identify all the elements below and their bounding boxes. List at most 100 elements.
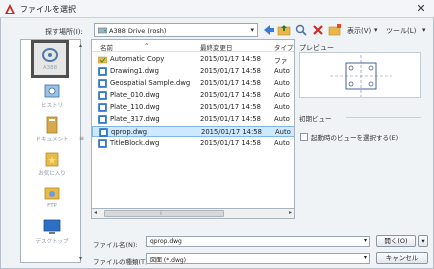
tools-menu[interactable]: ツール(L) xyxy=(386,26,416,36)
file-name-field[interactable]: qprop.dwg ▾ xyxy=(146,236,370,247)
column-type[interactable]: タイプ xyxy=(274,42,294,52)
column-headers: ⌃ 名前 最終変更日 タイプ xyxy=(92,40,294,52)
file-type: Auto xyxy=(275,128,291,136)
list-item-selected[interactable]: qprop.dwg 2015/01/17 14:58 Auto xyxy=(92,126,294,137)
list-item[interactable]: Plate_317.dwg 2015/01/17 14:58 Auto xyxy=(92,114,294,125)
dwg-icon xyxy=(98,67,107,76)
file-name: Plate_010.dwg xyxy=(110,91,160,99)
back-icon[interactable] xyxy=(262,23,276,37)
select-initial-view-label[interactable]: 起動時のビューを選択する(E) xyxy=(311,132,398,142)
folder-icon xyxy=(98,56,107,64)
cancel-button[interactable]: キャンセル xyxy=(376,252,428,264)
chevron-down-icon: ▾ xyxy=(363,254,367,261)
group-divider xyxy=(346,117,421,118)
dwg-icon xyxy=(98,115,107,124)
file-type: Auto xyxy=(274,139,290,147)
preview-pane xyxy=(299,52,421,98)
sort-ascending-icon: ⌃ xyxy=(144,42,150,50)
dwg-icon xyxy=(98,91,107,100)
file-date: 2015/01/17 14:58 xyxy=(200,91,261,99)
list-item[interactable]: Automatic Copy 2015/01/17 14:58 ファ xyxy=(92,54,294,65)
file-date: 2015/01/17 14:58 xyxy=(201,128,262,136)
place-favorites[interactable]: お気に入り xyxy=(29,150,75,180)
open-options-chevron-icon[interactable]: ▾ xyxy=(418,235,428,247)
column-modified[interactable]: 最終変更日 xyxy=(200,42,233,52)
list-item[interactable]: Geospatial Sample.dwg 2015/01/17 14:58 A… xyxy=(92,78,294,89)
file-type: Auto xyxy=(274,79,290,87)
list-item[interactable]: Plate_110.dwg 2015/01/17 14:58 Auto xyxy=(92,102,294,113)
file-list: ⌃ 名前 最終変更日 タイプ Automatic Copy 2015/01/17… xyxy=(91,39,295,219)
chevron-down-icon[interactable]: ▾ xyxy=(422,26,426,34)
new-folder-icon[interactable] xyxy=(328,23,342,37)
chevron-down-icon[interactable]: ▾ xyxy=(364,237,367,244)
place-desktop[interactable]: デスクトップ xyxy=(29,218,75,248)
place-history[interactable]: ヒストリ xyxy=(29,82,75,112)
file-name: Automatic Copy xyxy=(110,55,165,63)
place-ftp[interactable]: FTP xyxy=(29,184,75,214)
views-menu[interactable]: 表示(V) xyxy=(347,26,371,36)
file-name: Drawing1.dwg xyxy=(110,67,159,75)
dwg-icon xyxy=(99,128,108,137)
open-button[interactable]: 開く(O) xyxy=(376,235,416,247)
scroll-grip[interactable]: ≡ xyxy=(79,135,84,142)
file-name-value: qprop.dwg xyxy=(150,238,182,245)
chevron-down-icon: ▾ xyxy=(250,26,254,34)
look-in-dropdown[interactable]: A388 Drive (rosh) ▾ xyxy=(94,23,258,37)
place-a360[interactable]: A388 xyxy=(31,40,69,78)
file-name: qprop.dwg xyxy=(111,128,148,136)
file-list-hscrollbar[interactable]: ◂ ⁞ ▸ xyxy=(91,208,295,219)
place-documents[interactable]: ドキュメント xyxy=(29,116,75,146)
ftp-folder-icon xyxy=(44,187,60,200)
file-date: 2015/01/17 14:58 xyxy=(200,115,261,123)
file-date: 2015/01/17 14:58 xyxy=(200,67,261,75)
list-item[interactable]: Drawing1.dwg 2015/01/17 14:58 Auto xyxy=(92,66,294,77)
drawing-thumbnail xyxy=(330,55,392,97)
file-type: Auto xyxy=(274,103,290,111)
file-date: 2015/01/17 14:58 xyxy=(200,103,261,111)
scroll-down-icon[interactable]: ▾ xyxy=(79,255,82,262)
scroll-grip: ⁞ xyxy=(160,210,162,217)
chevron-down-icon[interactable]: ▾ xyxy=(374,26,378,34)
close-icon[interactable]: ✕ xyxy=(414,2,428,16)
places-scrollbar[interactable]: ▴ ≡ ▾ xyxy=(78,40,87,263)
file-date: 2015/01/17 14:58 xyxy=(200,79,261,87)
place-label: ドキュメント xyxy=(35,137,69,143)
place-label: デスクトップ xyxy=(35,239,69,245)
scroll-left-icon[interactable]: ◂ xyxy=(94,209,97,216)
file-name: TitleBlock.dwg xyxy=(110,139,160,147)
look-in-label: 探す場所(I): xyxy=(45,28,83,36)
list-item[interactable]: TitleBlock.dwg 2015/01/17 14:58 Auto xyxy=(92,138,294,149)
scroll-right-icon[interactable]: ▸ xyxy=(289,209,292,216)
file-type-label: ファイルの種類(T): xyxy=(93,258,150,266)
place-label: FTP xyxy=(47,203,57,209)
file-name: Plate_110.dwg xyxy=(110,103,160,111)
file-type: Auto xyxy=(274,115,290,123)
history-icon xyxy=(44,84,60,98)
search-icon[interactable] xyxy=(294,23,308,37)
file-type-dropdown[interactable]: 図面 (*.dwg) ▾ xyxy=(146,253,370,264)
file-type-value: 図面 (*.dwg) xyxy=(150,257,187,264)
drive-icon xyxy=(98,27,107,34)
favorites-folder-icon xyxy=(45,152,59,167)
scroll-thumb[interactable]: ⁞ xyxy=(104,210,224,217)
column-name[interactable]: 名前 xyxy=(100,42,113,52)
documents-icon xyxy=(46,116,58,134)
delete-icon[interactable] xyxy=(311,23,325,37)
file-date: 2015/01/17 14:58 xyxy=(200,55,261,63)
autocad-logo-icon xyxy=(5,4,15,14)
up-folder-icon[interactable] xyxy=(277,23,291,37)
scroll-up-icon[interactable]: ▴ xyxy=(79,42,82,49)
file-name: Geospatial Sample.dwg xyxy=(110,79,191,87)
file-type: ファ xyxy=(274,57,288,65)
places-bar: A388 ヒストリ ドキュメント お気に入り FTP デスクトップ xyxy=(20,39,81,263)
list-item[interactable]: Plate_010.dwg 2015/01/17 14:58 Auto xyxy=(92,90,294,101)
initial-view-label: 初期ビュー xyxy=(299,115,332,123)
dwg-icon xyxy=(98,103,107,112)
select-initial-view-checkbox[interactable] xyxy=(300,133,308,141)
file-type: Auto xyxy=(274,67,290,75)
file-type: Auto xyxy=(274,91,290,99)
place-label: お気に入り xyxy=(38,171,66,177)
place-label: ヒストリ xyxy=(40,103,63,109)
file-name: Plate_317.dwg xyxy=(110,115,160,123)
file-name-label: ファイル名(N): xyxy=(93,241,138,249)
